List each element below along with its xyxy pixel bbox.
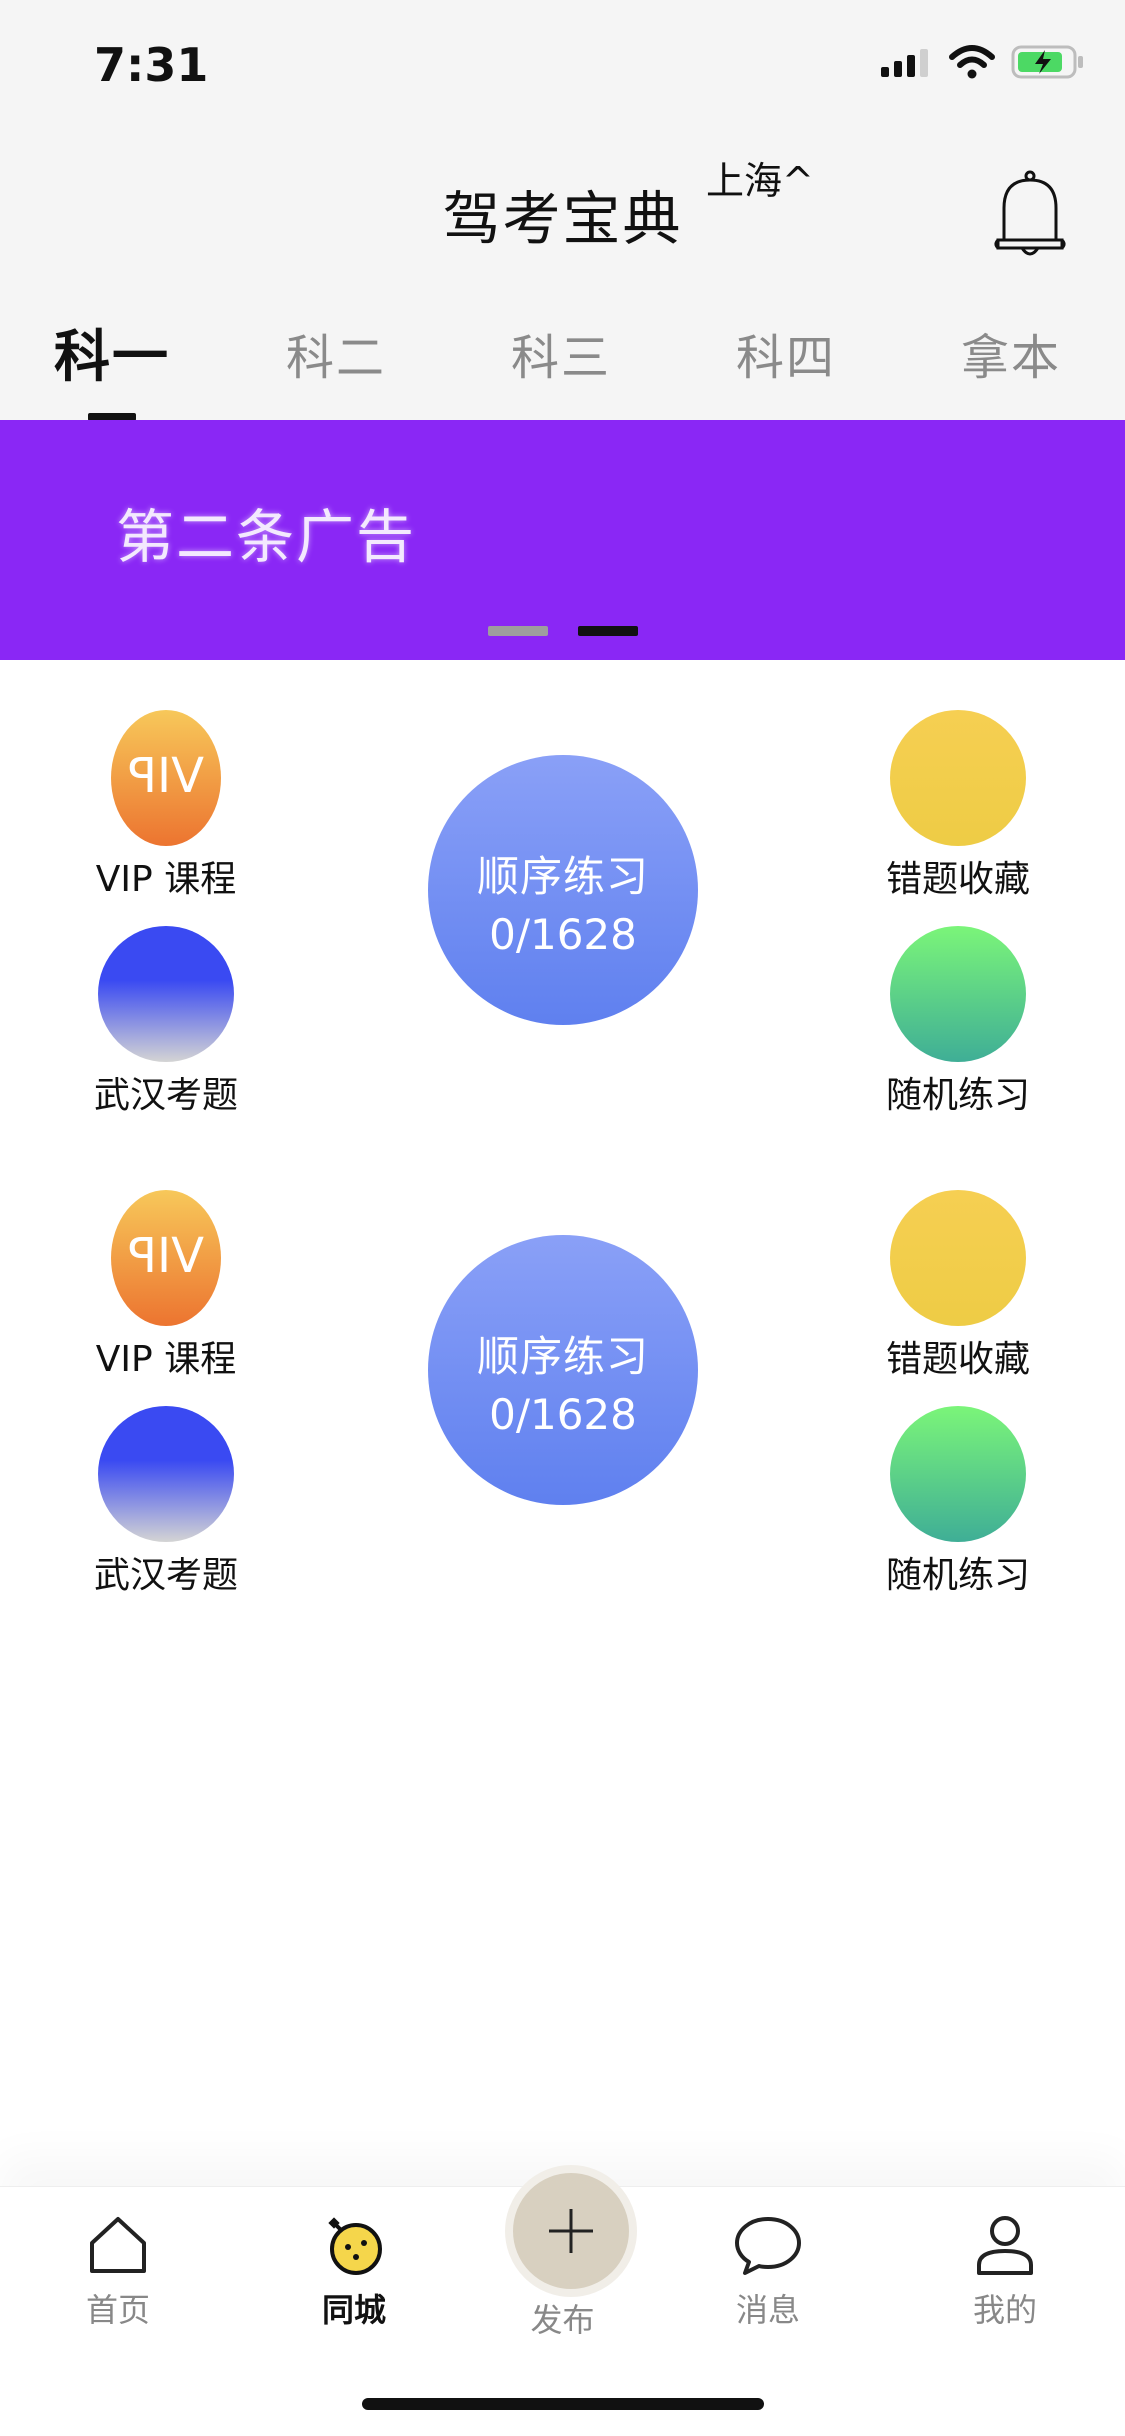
sequential-practice-label: 顺序练习 bbox=[476, 852, 649, 901]
vip-course-item[interactable]: VIP VIP 课程 bbox=[66, 710, 266, 902]
wrong-questions-label: 错题收藏 bbox=[885, 1339, 1030, 1380]
sequential-practice-label: 顺序练习 bbox=[476, 1332, 649, 1381]
random-practice-label: 随机练习 bbox=[885, 1075, 1030, 1116]
wrong-questions-label: 错题收藏 bbox=[885, 859, 1030, 900]
banner-text: 第二条广告 bbox=[116, 503, 417, 571]
carousel-dot[interactable] bbox=[488, 626, 548, 636]
vip-course-label: VIP 课程 bbox=[95, 1339, 237, 1380]
wrong-questions-icon bbox=[890, 710, 1026, 846]
random-practice-label: 随机练习 bbox=[885, 1555, 1030, 1596]
chat-bubble-icon bbox=[735, 2217, 801, 2275]
vip-course-label: VIP 课程 bbox=[95, 859, 237, 900]
wuhan-questions-item[interactable]: 武汉考题 bbox=[66, 1406, 266, 1598]
tab-get-license[interactable]: 拿本 bbox=[961, 318, 1061, 388]
random-practice-icon bbox=[890, 926, 1026, 1062]
ad-banner[interactable]: 第二条广告 bbox=[0, 420, 1125, 660]
user-icon bbox=[977, 2216, 1033, 2275]
status-icons bbox=[881, 44, 1085, 80]
practice-block: VIP VIP 课程 武汉考题 顺序练习 0/1628 错题收藏 随机练习 bbox=[0, 700, 1125, 1140]
bell-icon[interactable] bbox=[990, 168, 1070, 264]
vip-icon: VIP bbox=[111, 710, 221, 846]
tab-subject-3[interactable]: 科三 bbox=[511, 318, 611, 388]
random-practice-item[interactable]: 随机练习 bbox=[858, 1406, 1058, 1598]
publish-button[interactable] bbox=[505, 2165, 637, 2297]
tab-subject-1[interactable]: 科一 bbox=[54, 312, 170, 393]
nav-mine[interactable]: 我的 bbox=[935, 2213, 1075, 2331]
nav-mine-label: 我的 bbox=[972, 2291, 1037, 2329]
random-practice-item[interactable]: 随机练习 bbox=[858, 926, 1058, 1118]
wuhan-questions-item[interactable]: 武汉考题 bbox=[66, 926, 266, 1118]
sequential-practice-progress: 0/1628 bbox=[489, 910, 637, 959]
wuhan-questions-label: 武汉考题 bbox=[93, 1555, 238, 1596]
app-title: 驾考宝典 bbox=[442, 185, 683, 253]
battery-icon bbox=[1011, 45, 1083, 79]
sequential-practice-button[interactable]: 顺序练习 0/1628 bbox=[428, 755, 698, 1025]
wifi-icon bbox=[949, 45, 995, 79]
wrong-questions-icon bbox=[890, 1190, 1026, 1326]
wuhan-questions-icon bbox=[98, 926, 234, 1062]
plus-icon bbox=[549, 2209, 593, 2253]
tab-subject-4[interactable]: 科四 bbox=[736, 318, 836, 388]
wuhan-questions-icon bbox=[98, 1406, 234, 1542]
city-selector[interactable]: 上海^ bbox=[706, 150, 814, 205]
top-area: 7:31 驾考宝典 上海^ 科一 科二 科三 科四 拿本 bbox=[0, 0, 1125, 421]
random-practice-icon bbox=[890, 1406, 1026, 1542]
city-mascot-icon bbox=[328, 2217, 382, 2275]
sequential-practice-progress: 0/1628 bbox=[489, 1390, 637, 1439]
wuhan-questions-label: 武汉考题 bbox=[93, 1075, 238, 1116]
home-indicator[interactable] bbox=[362, 2398, 764, 2410]
nav-messages-label: 消息 bbox=[735, 2291, 800, 2329]
carousel-dot-active[interactable] bbox=[578, 626, 638, 636]
nav-messages[interactable]: 消息 bbox=[698, 2213, 838, 2331]
vip-course-item[interactable]: VIP VIP 课程 bbox=[66, 1190, 266, 1382]
tab-subject-2[interactable]: 科二 bbox=[286, 318, 386, 388]
wrong-questions-item[interactable]: 错题收藏 bbox=[858, 710, 1058, 902]
sequential-practice-button[interactable]: 顺序练习 0/1628 bbox=[428, 1235, 698, 1505]
signal-icon bbox=[881, 49, 928, 77]
vip-icon: VIP bbox=[111, 1190, 221, 1326]
subject-tabs: 科一 科二 科三 科四 拿本 bbox=[0, 318, 1125, 421]
practice-block: VIP VIP 课程 武汉考题 顺序练习 0/1628 错题收藏 随机练习 bbox=[0, 1180, 1125, 1620]
wrong-questions-item[interactable]: 错题收藏 bbox=[858, 1190, 1058, 1382]
home-icon bbox=[90, 2217, 146, 2273]
app-screen: 7:31 驾考宝典 上海^ 科一 科二 科三 科四 拿本 第二条广告 VIP V… bbox=[0, 0, 1125, 2436]
status-time: 7:31 bbox=[94, 38, 209, 92]
